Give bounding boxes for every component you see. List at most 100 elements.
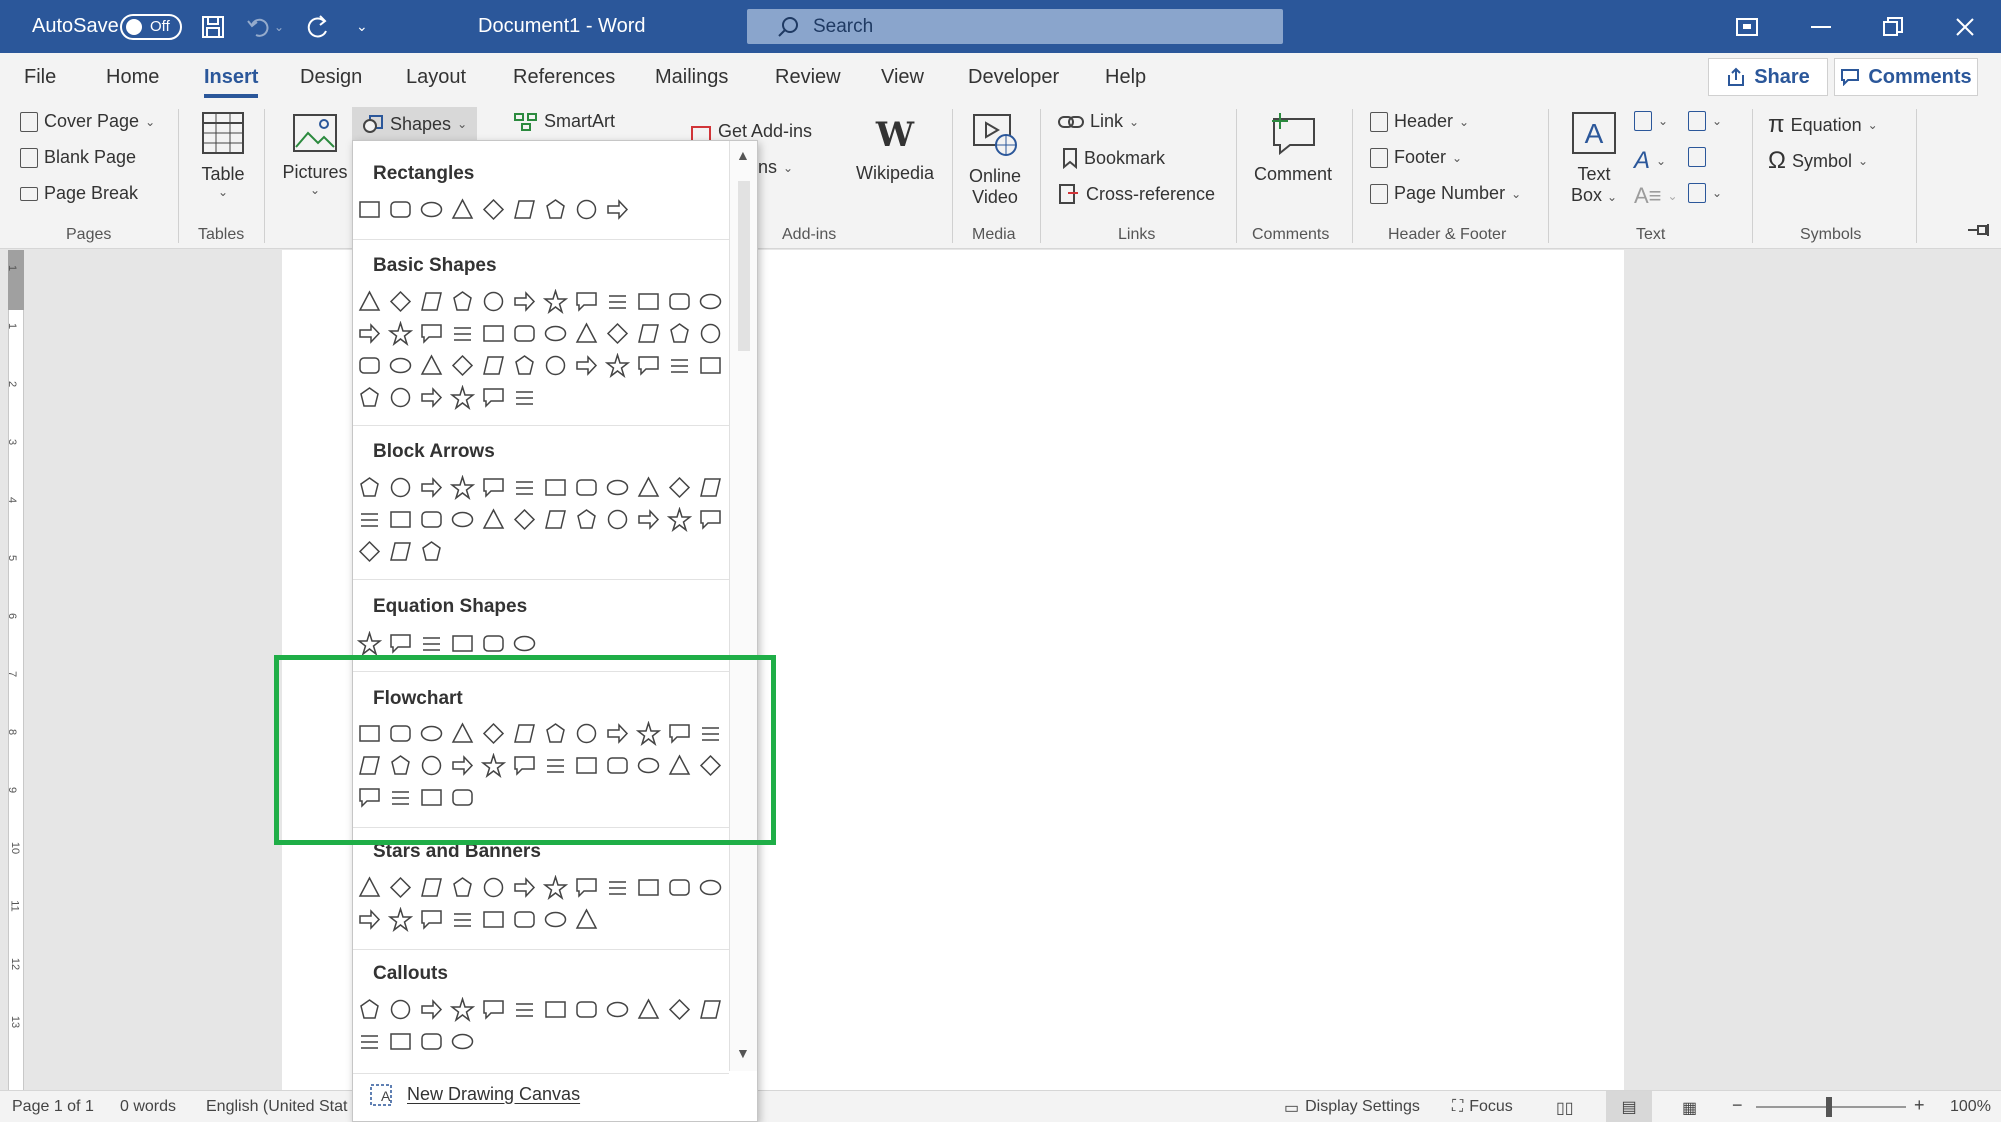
header-button[interactable]: Header ⌄ — [1370, 111, 1469, 132]
shape-option-icon[interactable] — [481, 197, 506, 222]
shape-option-icon[interactable] — [605, 875, 630, 900]
shape-option-icon[interactable] — [481, 289, 506, 314]
shape-option-icon[interactable] — [419, 321, 444, 346]
online-video-button[interactable]: Online Video — [962, 113, 1028, 208]
shape-option-icon[interactable] — [481, 631, 506, 656]
tab-developer[interactable]: Developer — [968, 66, 1059, 89]
shape-option-icon[interactable] — [574, 875, 599, 900]
shape-option-icon[interactable] — [512, 907, 537, 932]
shape-option-icon[interactable] — [357, 353, 382, 378]
focus-button[interactable]: ⛶ Focus — [1452, 1098, 1513, 1116]
shape-option-icon[interactable] — [512, 197, 537, 222]
shape-option-icon[interactable] — [419, 539, 444, 564]
zoom-slider-thumb[interactable] — [1826, 1097, 1832, 1117]
shape-option-icon[interactable] — [419, 289, 444, 314]
shape-option-icon[interactable] — [512, 475, 537, 500]
shape-option-icon[interactable] — [388, 353, 413, 378]
shape-option-icon[interactable] — [388, 997, 413, 1022]
web-layout-icon[interactable]: ▦ — [1682, 1098, 1697, 1118]
shape-option-icon[interactable] — [605, 475, 630, 500]
shape-option-icon[interactable] — [481, 997, 506, 1022]
shape-option-icon[interactable] — [636, 997, 661, 1022]
shape-option-icon[interactable] — [574, 197, 599, 222]
shape-option-icon[interactable] — [419, 631, 444, 656]
shape-option-icon[interactable] — [636, 289, 661, 314]
shape-option-icon[interactable] — [450, 385, 475, 410]
shape-option-icon[interactable] — [450, 997, 475, 1022]
shape-option-icon[interactable] — [450, 289, 475, 314]
read-mode-icon[interactable]: ▯▯ — [1556, 1098, 1574, 1118]
shape-option-icon[interactable] — [450, 475, 475, 500]
shape-option-icon[interactable] — [574, 353, 599, 378]
scroll-down-icon[interactable]: ▼ — [736, 1045, 750, 1061]
shape-option-icon[interactable] — [605, 507, 630, 532]
page-break-button[interactable]: Page Break — [20, 183, 138, 204]
shape-option-icon[interactable] — [388, 631, 413, 656]
shape-option-icon[interactable] — [357, 321, 382, 346]
shape-option-icon[interactable] — [605, 997, 630, 1022]
shape-option-icon[interactable] — [698, 289, 723, 314]
shape-option-icon[interactable] — [419, 475, 444, 500]
search-box[interactable]: Search — [747, 9, 1283, 44]
shape-option-icon[interactable] — [388, 289, 413, 314]
shape-option-icon[interactable] — [512, 875, 537, 900]
shape-option-icon[interactable] — [481, 475, 506, 500]
symbol-button[interactable]: Ω Symbol ⌄ — [1768, 147, 1868, 175]
tab-insert[interactable]: Insert — [204, 66, 259, 98]
zoom-level[interactable]: 100% — [1950, 1098, 1991, 1116]
shape-option-icon[interactable] — [450, 353, 475, 378]
shape-option-icon[interactable] — [512, 321, 537, 346]
shape-option-icon[interactable] — [357, 197, 382, 222]
wikipedia-button[interactable]: W Wikipedia — [850, 115, 940, 184]
language[interactable]: English (United Stat — [206, 1098, 347, 1116]
save-icon[interactable] — [200, 0, 226, 53]
shape-option-icon[interactable] — [388, 875, 413, 900]
shape-option-icon[interactable] — [698, 875, 723, 900]
restore-icon[interactable] — [1858, 0, 1928, 53]
shape-option-icon[interactable] — [357, 631, 382, 656]
shape-option-icon[interactable] — [636, 321, 661, 346]
shape-option-icon[interactable] — [419, 353, 444, 378]
tab-home[interactable]: Home — [106, 66, 159, 89]
shape-option-icon[interactable] — [543, 997, 568, 1022]
tab-layout[interactable]: Layout — [406, 66, 466, 89]
shape-option-icon[interactable] — [419, 997, 444, 1022]
shape-option-icon[interactable] — [357, 507, 382, 532]
shape-option-icon[interactable] — [667, 475, 692, 500]
shape-option-icon[interactable] — [481, 507, 506, 532]
object-button[interactable]: ⌄ — [1688, 183, 1722, 203]
zoom-in-icon[interactable]: + — [1914, 1095, 1925, 1116]
shape-option-icon[interactable] — [574, 507, 599, 532]
shape-option-icon[interactable] — [388, 507, 413, 532]
tab-help[interactable]: Help — [1105, 66, 1146, 89]
shape-option-icon[interactable] — [481, 907, 506, 932]
shape-option-icon[interactable] — [543, 353, 568, 378]
redo-icon[interactable] — [304, 0, 332, 53]
table-button[interactable]: Table ⌄ — [196, 111, 250, 199]
shapes-button[interactable]: Shapes ⌄ — [352, 107, 478, 141]
tab-mailings[interactable]: Mailings — [655, 66, 728, 89]
shape-option-icon[interactable] — [698, 997, 723, 1022]
shape-option-icon[interactable] — [388, 475, 413, 500]
new-comment-button[interactable]: Comment — [1246, 111, 1340, 185]
shape-option-icon[interactable] — [419, 507, 444, 532]
customize-toolbar-icon[interactable]: ⌄ — [356, 0, 368, 53]
comments-button[interactable]: Comments — [1834, 58, 1978, 96]
quick-parts-button[interactable]: ⌄ — [1634, 111, 1668, 131]
shape-option-icon[interactable] — [450, 631, 475, 656]
shape-option-icon[interactable] — [698, 321, 723, 346]
new-drawing-canvas-button[interactable]: A New Drawing Canvas — [369, 1081, 580, 1107]
shape-option-icon[interactable] — [419, 875, 444, 900]
shape-option-icon[interactable] — [543, 321, 568, 346]
shape-option-icon[interactable] — [357, 385, 382, 410]
shape-option-icon[interactable] — [543, 875, 568, 900]
scroll-thumb[interactable] — [738, 181, 750, 351]
shape-option-icon[interactable] — [605, 289, 630, 314]
shape-option-icon[interactable] — [512, 353, 537, 378]
print-layout-icon[interactable]: ▤ — [1606, 1091, 1652, 1122]
shape-option-icon[interactable] — [388, 539, 413, 564]
page-number-button[interactable]: Page Number ⌄ — [1370, 183, 1521, 204]
pictures-button[interactable]: Pictures ⌄ — [280, 113, 350, 197]
cover-page-button[interactable]: Cover Page ⌄ — [20, 111, 155, 132]
shape-option-icon[interactable] — [357, 907, 382, 932]
